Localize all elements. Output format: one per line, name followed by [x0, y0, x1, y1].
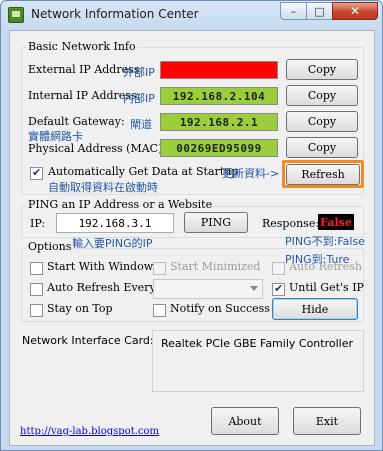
auto-refresh-every-label: Auto Refresh Every: [47, 281, 160, 294]
ping-false-annotation: PING不到:False [285, 235, 365, 248]
basic-network-info-title: Basic Network Info [26, 40, 138, 53]
close-button[interactable]: ✕ [332, 2, 378, 20]
auto-get-data-label: Automatically Get Data at Startup [48, 165, 239, 178]
gateway-annotation: 閘道 [130, 118, 152, 131]
nic-label: Network Interface Card: [22, 334, 154, 347]
title-bar[interactable]: Network Information Center – □ ✕ [1, 1, 382, 29]
auto-get-annotation: 自動取得資料在啟動時 [48, 181, 158, 194]
auto-refresh-label: Auto Refresh [289, 260, 362, 273]
start-with-windows-label: Start With Windows [47, 260, 159, 273]
copy-gateway-button[interactable]: Copy [286, 111, 358, 132]
start-minimized-checkbox[interactable] [153, 262, 166, 275]
response-value: False [318, 214, 354, 230]
default-gateway-label: Default Gateway: [28, 115, 125, 128]
window-title: Network Information Center [31, 7, 199, 21]
default-gateway-value: 192.168.2.1 [160, 113, 278, 131]
nic-value: Realtek PCIe GBE Family Controller [161, 337, 354, 350]
auto-refresh-every-checkbox[interactable] [30, 283, 43, 296]
notify-on-success-checkbox[interactable] [153, 304, 166, 317]
until-gets-ip-checkbox[interactable] [272, 282, 285, 296]
options-group-title: Options [26, 240, 74, 253]
maximize-button[interactable]: □ [306, 2, 333, 20]
internal-ip-annotation: 內部IP [123, 92, 155, 105]
stay-on-top-label: Stay on Top [47, 302, 113, 315]
refresh-annotation: 更新資料-> [222, 167, 280, 180]
external-ip-annotation: 外部IP [123, 66, 155, 79]
hide-button[interactable]: Hide [272, 298, 358, 320]
refresh-button[interactable]: Refresh [286, 164, 360, 185]
ping-group-title: PING an IP Address or a Website [26, 198, 215, 211]
auto-refresh-checkbox[interactable] [272, 262, 285, 275]
app-window: Network Information Center – □ ✕ Basic N… [0, 0, 383, 451]
auto-get-data-checkbox[interactable] [30, 166, 43, 180]
exit-button[interactable]: Exit [293, 407, 361, 435]
stay-on-top-checkbox[interactable] [30, 304, 43, 317]
ping-ip-input[interactable]: 192.168.3.1 [56, 213, 174, 233]
minimize-button[interactable]: – [280, 2, 307, 20]
ping-button[interactable]: PING [184, 212, 248, 233]
mac-address-value: 00269ED95099 [160, 139, 278, 157]
chevron-down-icon [250, 286, 258, 291]
copy-internal-ip-button[interactable]: Copy [286, 85, 358, 106]
until-gets-ip-label: Until Get's IP [289, 281, 364, 294]
network-app-icon [8, 7, 24, 23]
start-minimized-label: Start Minimized [170, 260, 261, 273]
about-button[interactable]: About [211, 407, 279, 435]
internal-ip-value: 192.168.2.104 [160, 87, 278, 105]
blog-link[interactable]: http://vag-lab.blogspot.com [20, 426, 159, 437]
nic-value-box: Realtek PCIe GBE Family Controller [152, 330, 364, 392]
external-ip-value [160, 61, 278, 79]
ping-ip-label: IP: [30, 217, 46, 230]
start-with-windows-checkbox[interactable] [30, 262, 43, 275]
auto-refresh-interval-select[interactable] [153, 279, 263, 299]
mac-address-label: Physical Address (MAC): [28, 142, 167, 155]
notify-on-success-label: Notify on Success [170, 302, 270, 315]
copy-mac-button[interactable]: Copy [286, 137, 358, 158]
copy-external-ip-button[interactable]: Copy [286, 59, 358, 80]
response-label: Response: [262, 217, 320, 230]
client-area: Basic Network Info External IP Address: … [9, 30, 375, 446]
